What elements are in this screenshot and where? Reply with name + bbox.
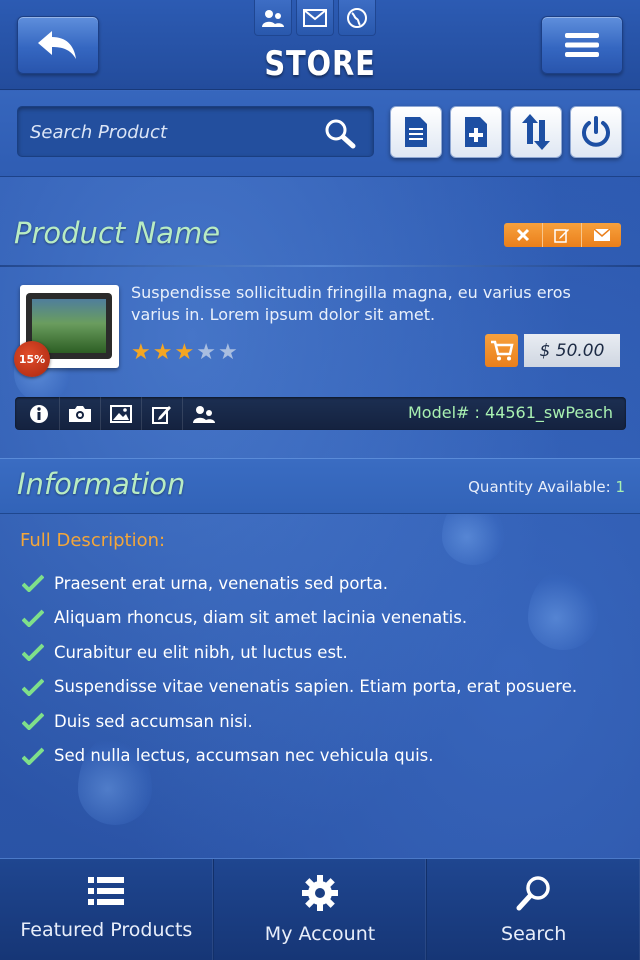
product-description: Suspendisse sollicitudin fringilla magna… — [131, 283, 571, 324]
list-item: Sed nulla lectus, accumsan nec vehicula … — [22, 739, 577, 774]
product-actions — [504, 223, 621, 247]
add-icon — [465, 117, 487, 147]
check-icon — [22, 678, 44, 696]
document-icon — [405, 117, 427, 147]
discount-badge: 15% — [14, 341, 50, 377]
list-item: Suspendisse vitae venenatis sapien. Etia… — [22, 670, 577, 705]
description-list: Praesent erat urna, venenatis sed porta.… — [22, 566, 577, 773]
menu-icon — [565, 33, 599, 57]
header: STORE — [0, 0, 640, 90]
check-icon — [22, 574, 44, 593]
list-item: Duis sed accumsan nisi. — [22, 704, 577, 739]
gear-icon — [302, 875, 338, 911]
search-input[interactable] — [30, 117, 320, 147]
search-icon[interactable] — [323, 117, 357, 153]
mail-icon — [593, 229, 610, 241]
check-icon — [22, 643, 44, 662]
check-icon — [22, 712, 44, 731]
check-icon — [22, 609, 44, 627]
tab-featured-products[interactable]: Featured Products — [0, 859, 214, 960]
star-icon[interactable]: ★ — [131, 342, 151, 364]
globe-icon[interactable] — [338, 0, 376, 36]
info-icon[interactable] — [19, 397, 60, 430]
check-icon — [22, 747, 44, 765]
menu-button[interactable] — [541, 16, 623, 74]
sort-icon — [522, 114, 550, 150]
list-item: Praesent erat urna, venenatis sed porta. — [22, 566, 577, 601]
model-number: Model# : 44561_swPeach — [408, 403, 613, 422]
add-button[interactable] — [450, 106, 502, 158]
rating-stars[interactable]: ★ ★ ★ ★ ★ — [131, 342, 238, 364]
image-icon[interactable] — [101, 397, 142, 430]
star-icon[interactable]: ★ — [153, 342, 173, 364]
star-icon[interactable]: ★ — [196, 342, 216, 364]
list-item: Aliquam rhoncus, diam sit amet lacinia v… — [22, 601, 577, 636]
tab-label: Search — [501, 923, 567, 945]
product-info-bar: Model# : 44561_swPeach — [15, 397, 626, 430]
tab-label: Featured Products — [20, 919, 193, 941]
delete-button[interactable] — [504, 223, 543, 247]
divider — [0, 265, 640, 267]
tab-search[interactable]: Search — [427, 859, 640, 960]
page-title: STORE — [264, 44, 376, 84]
mail-icon[interactable] — [296, 0, 334, 36]
document-button[interactable] — [390, 106, 442, 158]
users-icon[interactable] — [183, 397, 224, 430]
tab-my-account[interactable]: My Account — [214, 859, 428, 960]
email-button[interactable] — [582, 223, 621, 247]
sort-button[interactable] — [510, 106, 562, 158]
search-toolbar — [0, 91, 640, 177]
quantity-label: Quantity Available: — [468, 478, 611, 496]
product-name: Product Name — [14, 216, 221, 250]
list-item: Curabitur eu elit nibh, ut luctus est. — [22, 635, 577, 670]
cart-icon — [490, 340, 514, 360]
price-tag: $ 50.00 — [524, 334, 620, 367]
bottom-tab-bar: Featured Products My Account Search — [0, 858, 640, 960]
quantity-value: 1 — [615, 478, 625, 496]
quantity-available: Quantity Available: 1 — [468, 478, 625, 496]
full-description-label: Full Description: — [20, 530, 166, 551]
power-icon — [582, 116, 610, 147]
power-button[interactable] — [570, 106, 622, 158]
tab-label: My Account — [264, 923, 376, 945]
information-title: Information — [17, 467, 186, 501]
search-icon — [516, 876, 550, 911]
star-icon[interactable]: ★ — [218, 342, 238, 364]
list-icon — [88, 877, 125, 905]
search-box — [17, 106, 374, 157]
users-icon[interactable] — [254, 0, 292, 36]
star-icon[interactable]: ★ — [174, 342, 194, 364]
top-icon-group — [254, 0, 376, 36]
camera-icon[interactable] — [60, 397, 101, 430]
close-icon — [516, 228, 530, 242]
edit-icon — [554, 229, 569, 243]
edit-icon[interactable] — [142, 397, 183, 430]
add-to-cart-button[interactable] — [485, 334, 518, 367]
edit-button[interactable] — [543, 223, 582, 247]
